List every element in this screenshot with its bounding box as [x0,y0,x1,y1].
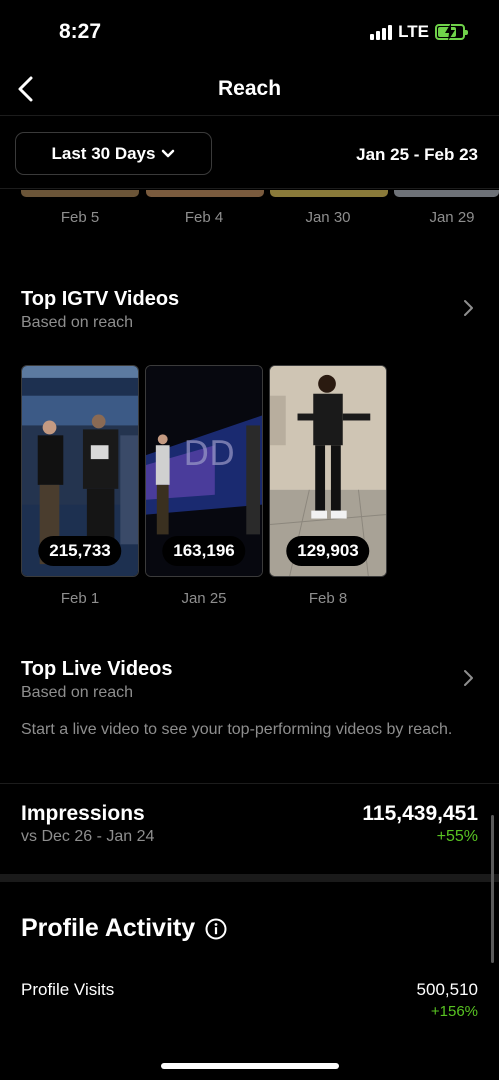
home-indicator[interactable] [161,1063,339,1069]
post-thumbnail[interactable] [394,190,499,197]
igtv-section-subtitle: Based on reach [21,314,134,331]
chevron-right-icon[interactable] [463,299,475,317]
info-icon[interactable] [205,918,227,940]
page-title: Reach [217,77,282,100]
post-thumbnail[interactable] [21,190,139,197]
post-thumbnail-strip [0,190,499,198]
post-thumbnail[interactable] [270,190,388,197]
date-range-text: Jan 25 - Feb 23 [356,145,478,164]
date-range-dropdown[interactable]: Last 30 Days [15,132,212,175]
impressions-comparison: vs Dec 26 - Jan 24 [21,828,155,845]
igtv-section-title[interactable]: Top IGTV Videos [21,288,179,311]
divider [0,783,499,784]
impressions-value: 115,439,451 [362,802,478,825]
signal-icon [370,24,393,40]
chevron-right-icon[interactable] [463,669,475,687]
filter-row: Last 30 Days Jan 25 - Feb 23 [0,117,499,189]
status-time: 8:27 [59,20,102,43]
svg-text:DD: DD [183,434,234,473]
post-date: Jan 29 [429,209,475,226]
date-range-dropdown-label: Last 30 Days [51,143,156,163]
video-reach-count: 215,733 [38,536,122,566]
igtv-video-thumbnail[interactable]: DD 163,196 [145,365,263,577]
scrollbar[interactable] [491,815,494,963]
post-date: Feb 5 [60,209,100,226]
igtv-video-thumbnail[interactable]: 215,733 [21,365,139,577]
profile-visits-change: +156% [430,1003,478,1020]
nav-bar: Reach [0,66,499,116]
video-date: Jan 25 [181,590,227,607]
igtv-video-thumbnail[interactable]: 129,903 [269,365,387,577]
live-empty-description: Start a live video to see your top-perfo… [21,721,453,738]
charging-bolt-icon [445,23,455,41]
post-date: Jan 30 [305,209,351,226]
battery-icon [435,23,468,41]
video-date: Feb 8 [308,590,348,607]
chevron-down-icon [162,149,175,157]
profile-visits-label: Profile Visits [21,980,115,999]
video-reach-count: 129,903 [286,536,370,566]
network-label: LTE [398,22,429,41]
video-reach-count: 163,196 [162,536,246,566]
profile-activity-title-text: Profile Activity [21,914,196,942]
video-date: Feb 1 [60,590,100,607]
profile-visits-value: 500,510 [416,980,478,999]
impressions-title: Impressions [21,802,145,825]
profile-activity-title: Profile Activity [21,914,227,943]
post-date: Feb 4 [184,209,224,226]
status-bar: 8:27 LTE [0,0,499,66]
live-section-subtitle: Based on reach [21,684,134,701]
live-section-title[interactable]: Top Live Videos [21,658,173,681]
impressions-change: +55% [436,828,478,845]
status-indicators: LTE [370,22,468,42]
section-separator [0,874,499,882]
post-thumbnail[interactable] [146,190,264,197]
